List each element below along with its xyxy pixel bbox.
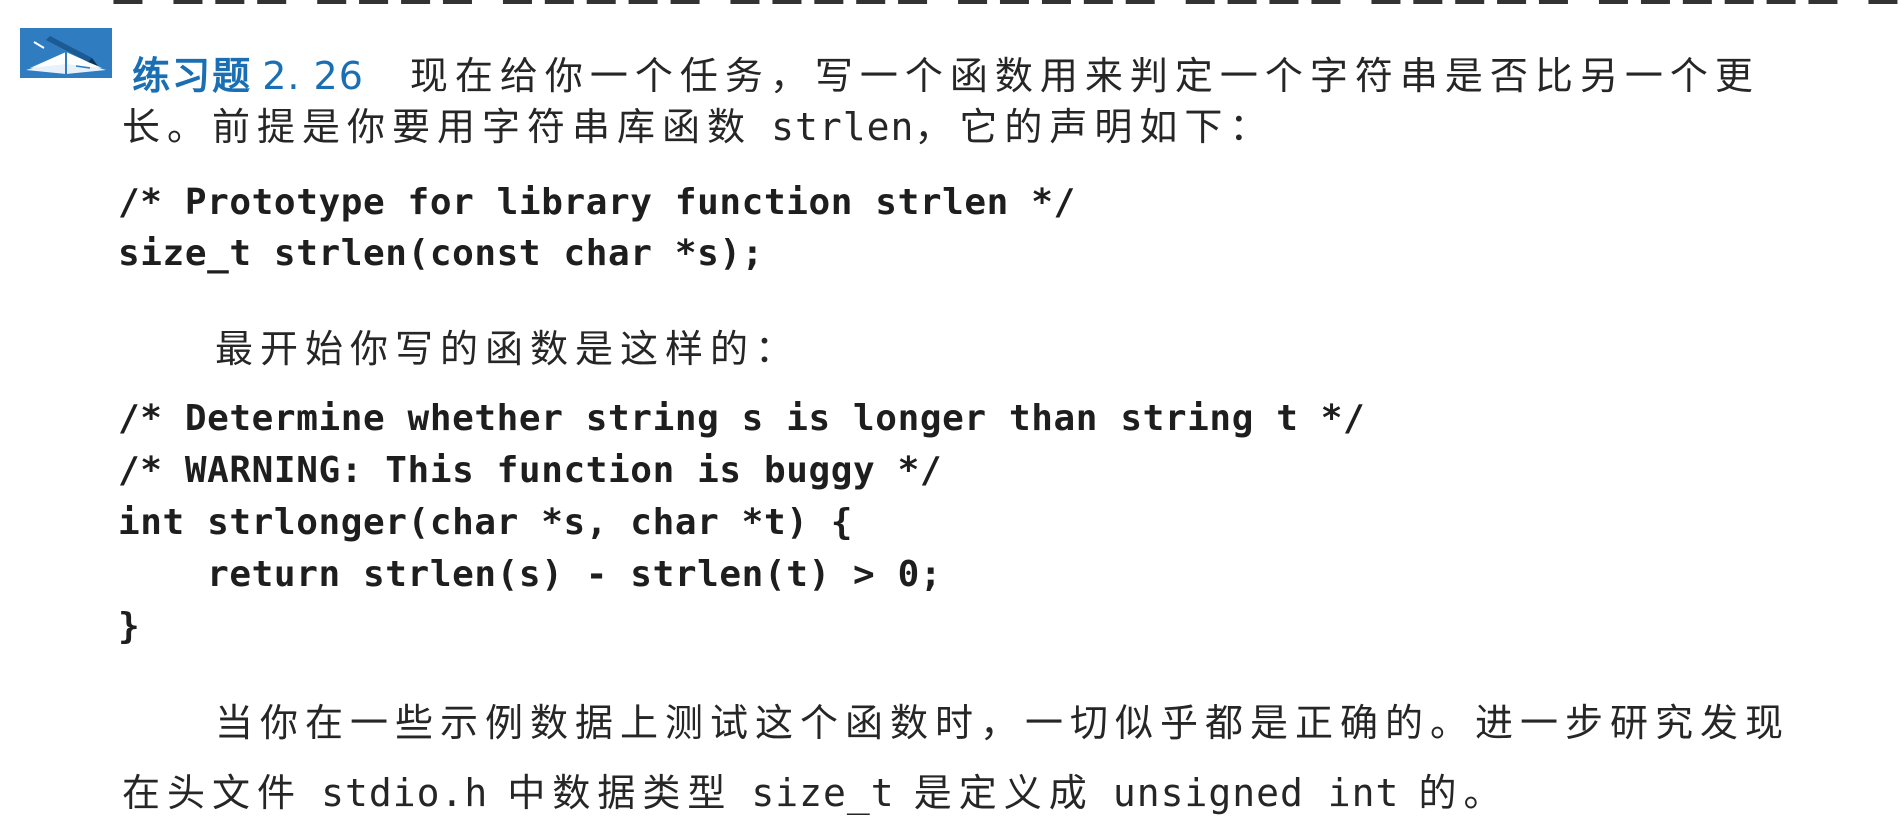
inline-code-strlen: strlen xyxy=(771,105,915,149)
inline-code-size-t: size_t xyxy=(751,771,895,815)
code-line: size_t strlen(const char *s); xyxy=(118,233,764,274)
inline-code-stdio-h: stdio.h xyxy=(321,771,489,815)
exercise-header: 练习题 2. 26 现在给你一个任务，写一个函数用来判定一个字符串是否比另一个更 xyxy=(122,26,1760,100)
paragraph-3-line-1: 当你在一些示例数据上测试这个函数时，一切似乎都是正确的。进一步研究发现 xyxy=(215,701,1791,745)
code-line: } xyxy=(118,606,141,647)
inline-code-unsigned-int: unsigned int xyxy=(1112,771,1400,815)
paragraph-3-line-2: 在头文件 stdio.h 中数据类型 size_t 是定义成 unsigned … xyxy=(122,771,1509,815)
paragraph-1-line-2: 长。前提是你要用字符串库函数 strlen，它的声明如下： xyxy=(122,105,1275,149)
code-line: /* Prototype for library function strlen… xyxy=(118,182,1076,223)
pencil-writing-icon xyxy=(20,28,112,78)
code-line: /* WARNING: This function is buggy */ xyxy=(118,450,943,491)
paragraph-1-line-1: 现在给你一个任务，写一个函数用来判定一个字符串是否比另一个更 xyxy=(409,54,1760,98)
code-line: return strlen(s) - strlen(t) > 0; xyxy=(118,554,943,595)
paragraph-2-line-1: 最开始你写的函数是这样的： xyxy=(215,327,801,371)
exercise-label: 练习题 2. 26 xyxy=(132,54,364,98)
previous-text-fragment: ▬ ▬▬▬ ▬▬▬▬ ▬▬▬▬▬ ▬▬▬▬▬ ▬▬▬▬▬ ▬▬▬▬ ▬▬▬▬▬ … xyxy=(110,0,1904,4)
previous-text-cutoff: ▬ ▬▬▬ ▬▬▬▬ ▬▬▬▬▬ ▬▬▬▬▬ ▬▬▬▬▬ ▬▬▬▬ ▬▬▬▬▬ … xyxy=(0,0,1904,4)
code-line: /* Determine whether string s is longer … xyxy=(118,398,1366,439)
code-line: int strlonger(char *s, char *t) { xyxy=(118,502,854,543)
